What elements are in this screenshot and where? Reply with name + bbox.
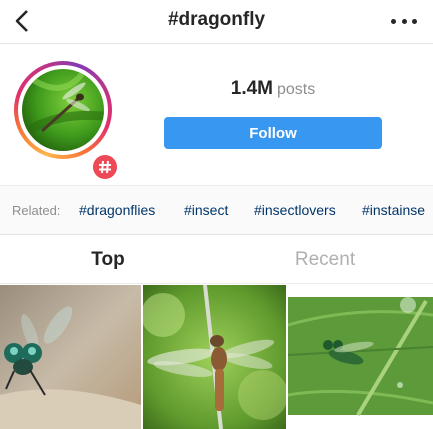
hashtag-icon — [99, 160, 111, 174]
photo-thumbnail[interactable] — [0, 285, 141, 429]
related-tag-dragonflies[interactable]: #dragonflies — [79, 202, 155, 218]
post-stats: 1.4M posts — [164, 78, 382, 100]
avatar-image — [22, 69, 104, 151]
post-count: 1.4M — [230, 78, 273, 99]
feed-tabs: Top Recent — [0, 236, 433, 284]
related-tag-insectlovers[interactable]: #insectlovers — [254, 202, 336, 218]
post-count-label: posts — [277, 81, 316, 98]
more-dot — [401, 18, 407, 24]
dragonfly-photo-2 — [143, 285, 286, 429]
tab-recent[interactable]: Recent — [217, 249, 433, 271]
page-title: #dragonfly — [167, 9, 266, 30]
photo-grid — [0, 285, 433, 429]
photo-thumbnail[interactable] — [143, 285, 286, 429]
hashtag-header: 1.4M posts Follow — [0, 45, 433, 185]
related-tag-instainse[interactable]: #instainse — [362, 202, 425, 218]
dragonfly-avatar-picture — [22, 69, 104, 151]
hashtag-avatar[interactable] — [14, 61, 120, 182]
dragonfly-photo-3 — [288, 285, 433, 429]
related-label: Related: — [12, 203, 61, 218]
more-dot — [391, 18, 396, 24]
dragonfly-photo-1 — [0, 285, 141, 429]
follow-button[interactable]: Follow — [164, 117, 382, 149]
top-nav-bar: #dragonfly — [0, 0, 433, 44]
tab-top[interactable]: Top — [0, 249, 216, 271]
more-dot — [412, 18, 417, 24]
photo-thumbnail[interactable] — [288, 285, 433, 429]
related-tag-insect[interactable]: #insect — [184, 202, 228, 218]
related-hashtags-bar: Related: #dragonflies #insect #insectlov… — [0, 185, 433, 235]
more-options-icon[interactable] — [391, 12, 417, 30]
avatar-border — [18, 65, 108, 155]
hashtag-badge — [90, 152, 120, 182]
